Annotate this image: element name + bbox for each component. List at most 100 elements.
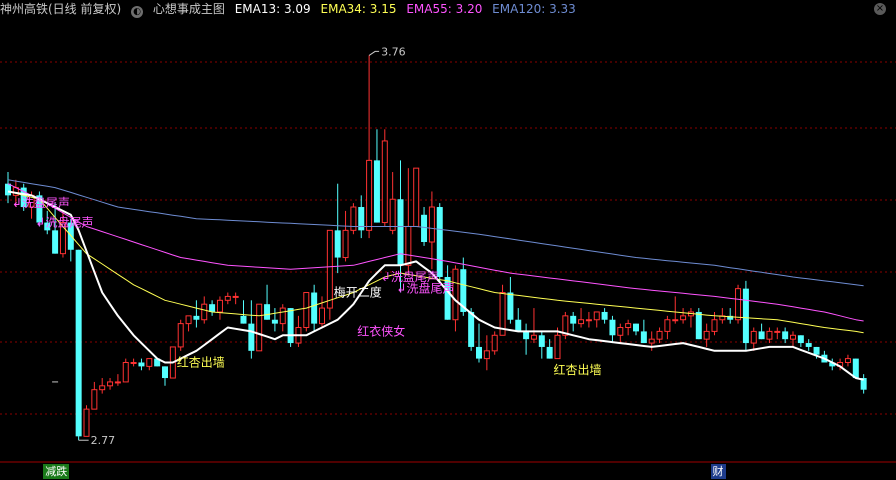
candle-body	[130, 361, 137, 364]
candlestick-chart: 3.762.77↲洗盘尾声↲洗盘尾声红杏出墙梅开二度红衣侠女↲洗盘尾声↲洗盘尾声…	[0, 45, 896, 463]
candle-body	[585, 319, 592, 322]
candle-body	[122, 361, 129, 383]
candle-body	[523, 331, 530, 340]
candle-body	[287, 308, 294, 344]
candle-body	[193, 315, 200, 320]
candle-body	[483, 350, 490, 360]
candle-body	[389, 198, 396, 231]
candle-body	[790, 334, 796, 340]
candle-body	[209, 304, 216, 312]
candle-body	[735, 288, 742, 321]
candle-body	[232, 295, 239, 298]
candle-body	[75, 249, 82, 437]
candle-body	[672, 319, 679, 322]
candle-body	[711, 319, 718, 332]
min-price-label: 2.77	[91, 434, 116, 447]
candle-body	[373, 160, 380, 223]
candle-body	[633, 323, 639, 332]
candle-body	[797, 335, 804, 344]
candle-body	[91, 389, 98, 410]
candle-body	[609, 319, 616, 336]
candle-body	[742, 288, 749, 344]
candle-body	[83, 408, 90, 437]
candle-body	[381, 140, 388, 224]
candle-body	[601, 311, 608, 320]
candle-body	[617, 327, 624, 336]
candle-body	[774, 330, 781, 333]
candle-body	[554, 334, 561, 360]
candle-body	[530, 334, 537, 340]
candle-body	[507, 292, 514, 320]
candle-body	[334, 230, 341, 258]
candle-body	[813, 346, 820, 355]
candle-body	[570, 315, 577, 324]
candles	[5, 55, 867, 441]
candle-body	[750, 330, 757, 344]
candle-body	[185, 315, 192, 325]
candle-body	[436, 207, 443, 277]
candle-body	[5, 183, 11, 196]
signal-label: ↲洗盘尾声	[397, 281, 455, 296]
candle-body	[366, 159, 373, 231]
candle-body	[625, 323, 632, 329]
candle-body	[326, 229, 333, 309]
candle-body	[515, 319, 522, 332]
candle-body	[201, 303, 208, 321]
candle-body	[311, 292, 318, 324]
candle-body	[52, 230, 59, 254]
candle-body	[664, 319, 671, 332]
candle-body	[428, 206, 435, 243]
candle-body	[240, 315, 247, 324]
candle-body	[680, 315, 687, 321]
candle-body	[640, 331, 647, 344]
candle-body	[279, 307, 286, 325]
candle-body	[319, 307, 325, 325]
signal-label: ↲洗盘尾声	[35, 214, 93, 229]
candle-body	[405, 225, 412, 266]
candle-body	[695, 311, 702, 340]
candle-body	[656, 330, 663, 340]
candle-body	[546, 346, 553, 359]
candle-body	[578, 319, 585, 325]
bottom-signal-tag: 财	[710, 464, 726, 479]
candle-body	[264, 304, 271, 320]
candle-body	[766, 330, 773, 340]
candle-body	[538, 335, 545, 347]
signal-label: 红杏出墙	[177, 354, 225, 369]
candle-body	[397, 199, 404, 266]
candle-body	[177, 323, 184, 348]
grid-lines	[0, 61, 896, 463]
candle-body	[852, 358, 859, 379]
candle-body	[224, 295, 231, 301]
candle-body	[256, 303, 263, 352]
candle-body	[248, 323, 255, 351]
signal-label: 红杏出墙	[554, 362, 602, 377]
candle-body	[271, 319, 278, 324]
candle-body	[342, 229, 349, 259]
signal-label: ↲洗盘尾声	[12, 195, 70, 210]
candle-body	[146, 358, 153, 367]
candle-body	[805, 343, 812, 347]
candle-body	[476, 346, 482, 359]
bottom-signal-tag: 减跌	[43, 464, 70, 479]
candle-body	[782, 331, 789, 340]
candle-body	[99, 385, 106, 391]
candle-body	[593, 311, 600, 321]
candle-body	[162, 366, 168, 379]
signal-label: 红衣侠女	[357, 323, 405, 338]
candle-body	[491, 334, 498, 352]
candle-body	[758, 331, 765, 340]
candle-body	[216, 299, 223, 313]
candle-body	[844, 358, 851, 363]
candle-body	[468, 311, 475, 347]
signal-label: 梅开二度	[334, 284, 382, 299]
candle-body	[107, 381, 114, 387]
candle-body	[648, 338, 655, 344]
candle-body	[703, 330, 710, 340]
candle-body	[413, 167, 420, 227]
candle-body	[303, 292, 310, 329]
max-price-label: 3.76	[381, 45, 406, 58]
candle-body	[138, 362, 145, 367]
candle-body	[421, 214, 428, 242]
candle-body	[114, 381, 121, 384]
